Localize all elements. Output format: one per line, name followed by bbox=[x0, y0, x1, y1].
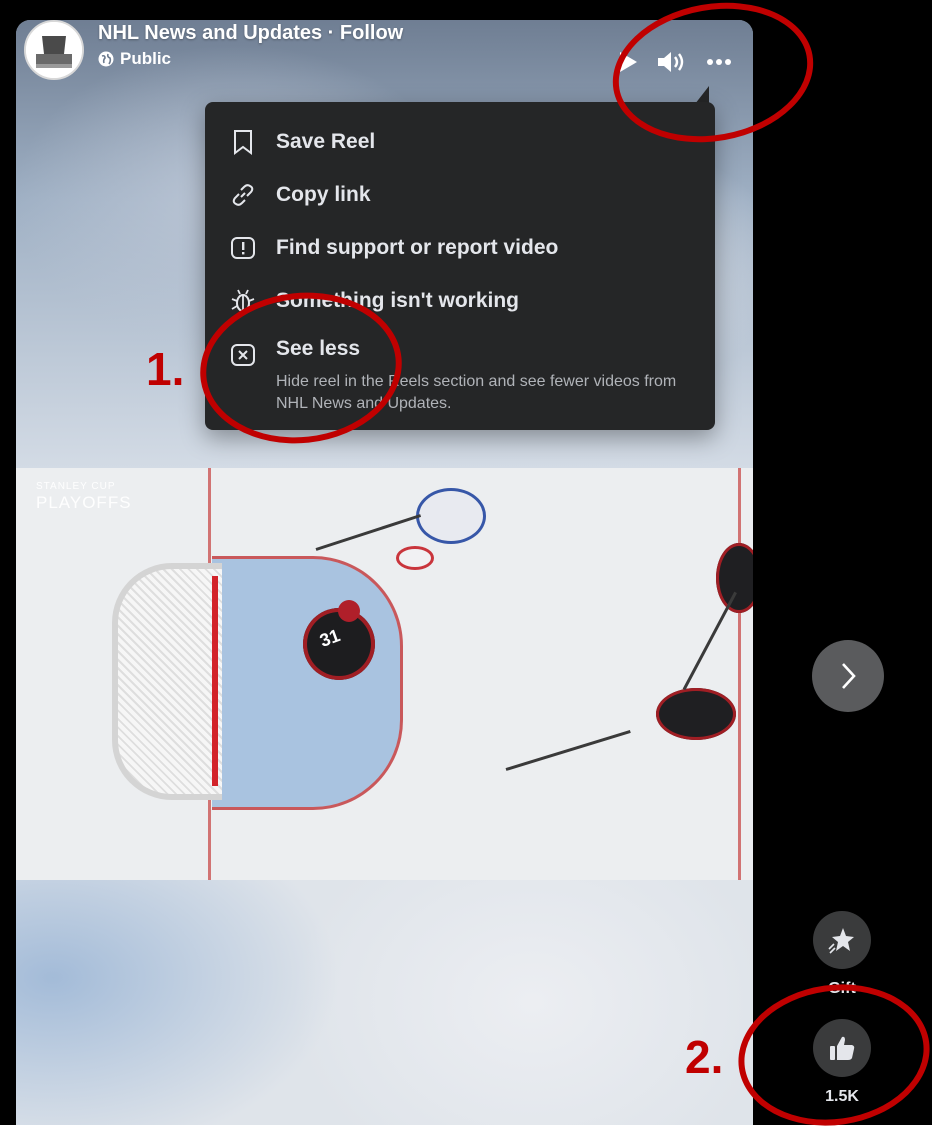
opponent-legs bbox=[396, 546, 434, 570]
opponent-player bbox=[416, 488, 486, 544]
hockey-rink-frame: 31 STANLEY CUP PLAYOFFS bbox=[16, 468, 753, 880]
video-blur-bottom bbox=[16, 880, 753, 1125]
annotation-label-2: 2. bbox=[685, 1031, 724, 1083]
nhl-shield-icon bbox=[26, 22, 82, 78]
gift-button[interactable] bbox=[813, 911, 871, 969]
goal-post bbox=[212, 576, 218, 786]
privacy-indicator: Public bbox=[98, 49, 403, 69]
page-name-link[interactable]: NHL News and Updates · Follow bbox=[98, 22, 403, 45]
stanley-cup-playoffs-logo: STANLEY CUP PLAYOFFS bbox=[36, 481, 132, 512]
link-icon bbox=[229, 181, 257, 209]
menu-item-label: Find support or report video bbox=[276, 236, 559, 259]
skater-player-1 bbox=[656, 688, 736, 740]
goal-crease bbox=[212, 556, 403, 810]
avatar[interactable] bbox=[24, 20, 84, 80]
skater-stick-1 bbox=[505, 730, 631, 771]
next-reel-button[interactable] bbox=[812, 640, 884, 712]
goal-net bbox=[112, 563, 222, 800]
post-header: NHL News and Updates · Follow Public bbox=[24, 20, 403, 80]
skater-stick-2 bbox=[682, 591, 737, 691]
globe-icon bbox=[98, 51, 114, 67]
menu-item-report-video[interactable]: Find support or report video bbox=[229, 234, 558, 262]
report-icon bbox=[229, 234, 257, 262]
privacy-label: Public bbox=[120, 49, 172, 68]
goalie-helmet bbox=[338, 600, 360, 622]
chevron-right-icon bbox=[842, 663, 856, 689]
bookmark-icon bbox=[229, 128, 257, 156]
page-info: NHL News and Updates · Follow Public bbox=[98, 20, 403, 69]
menu-item-label: Copy link bbox=[276, 183, 371, 206]
skater-player-2 bbox=[716, 543, 753, 613]
menu-item-copy-link[interactable]: Copy link bbox=[229, 181, 371, 209]
annotation-circle-like bbox=[729, 972, 932, 1138]
blue-line bbox=[738, 468, 741, 880]
star-gift-icon bbox=[828, 928, 854, 954]
opponent-stick bbox=[315, 514, 422, 551]
menu-item-save-reel[interactable]: Save Reel bbox=[229, 128, 375, 156]
menu-item-label: Save Reel bbox=[276, 130, 376, 153]
annotation-label-1: 1. bbox=[146, 343, 185, 395]
reels-viewer: 31 STANLEY CUP PLAYOFFS NHL News and Upd… bbox=[0, 0, 932, 1138]
